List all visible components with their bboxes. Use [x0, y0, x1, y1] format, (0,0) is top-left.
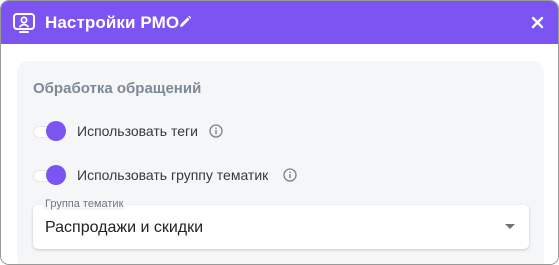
monitor-user-icon — [13, 13, 35, 33]
dialog-content: Обработка обращений Использовать теги Ис… — [1, 44, 558, 264]
dialog-header: Настройки РМО — [1, 1, 558, 44]
topic-group-label: Группа тематик — [43, 198, 126, 210]
pencil-icon[interactable] — [178, 15, 192, 29]
dialog-title: Настройки РМО — [45, 13, 180, 32]
use-topic-group-label: Использовать группу тематик — [77, 167, 269, 183]
arrow-drop-down-icon[interactable] — [505, 224, 515, 229]
info-icon[interactable] — [209, 124, 223, 138]
close-icon[interactable] — [530, 15, 545, 30]
topic-group-value: Распродажи и скидки — [45, 219, 204, 236]
topic-group-select[interactable]: Распродажи и скидки — [33, 205, 529, 249]
toggle-thumb — [46, 165, 66, 185]
use-tags-toggle[interactable] — [31, 120, 67, 142]
toggle-thumb — [46, 121, 66, 141]
info-icon[interactable] — [283, 168, 297, 182]
section-title: Обработка обращений — [33, 80, 202, 97]
request-processing-card: Обработка обращений Использовать теги Ис… — [17, 61, 544, 264]
use-tags-label: Использовать теги — [77, 123, 198, 139]
settings-dialog: Настройки РМО Обработка обращений Исполь… — [0, 0, 559, 265]
use-topic-group-toggle[interactable] — [31, 164, 67, 186]
